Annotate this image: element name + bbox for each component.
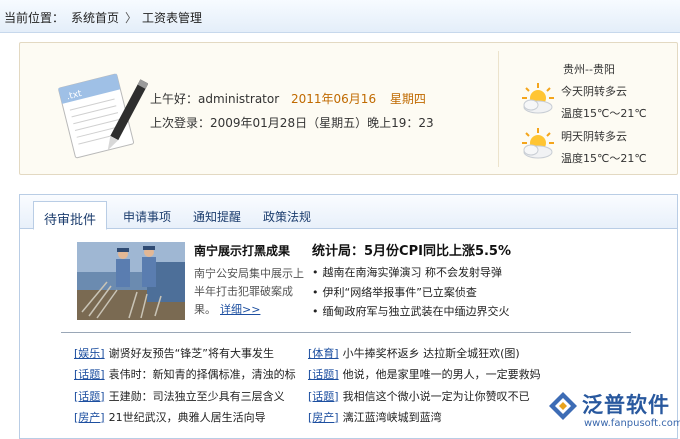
headline-title[interactable]: 统计局：5月份CPI同比上涨5.5% [312,240,511,259]
news-link[interactable]: 小牛捧奖杯返乡 达拉斯全城狂欢(图) [343,347,520,360]
news-category-link[interactable]: [话题] [74,390,105,403]
news-link[interactable]: 21世纪武汉，典雅人居生活向导 [109,411,266,424]
welcome-panel: .txt 上午好：administrator 2011年06月16 星期四 上次… [19,42,678,175]
featured-more-link[interactable]: 详细>> [220,303,260,316]
list-item: [房产] 21世纪武汉，典雅人居生活向导 [74,409,296,430]
tomorrow-temperature: 温度15℃～21℃ [561,152,647,165]
breadcrumb-current: 工资表管理 [142,11,203,25]
current-date: 2011年06月16 [291,92,377,106]
headline-item[interactable]: 伊利“网络举报事件”已立案侦查 [312,284,510,304]
news-link[interactable]: 漓江蓝湾峡城到蓝湾 [343,411,442,424]
tab-notifications[interactable]: 通知提醒 [193,208,241,225]
notepad-icon: .txt [58,73,148,159]
list-item: [房产] 漓江蓝湾峡城到蓝湾 [308,409,541,430]
headline-item[interactable]: 缅甸政府军与独立武装在中缅边界交火 [312,303,510,323]
weather-city: 贵州--贵阳 [563,63,615,76]
featured-title[interactable]: 南宁展示打黑成果 [194,242,290,259]
list-item: [话题] 我相信这个微小说一定为让你赞叹不已 [308,388,541,409]
today-weather: 今天阴转多云 [561,85,627,98]
news-category-link[interactable]: [房产] [308,411,339,424]
greeting-text: 上午好：administrator [150,92,280,106]
news-list-right: [体育] 小牛捧奖杯返乡 达拉斯全城狂欢(图) [话题] 他说，他是家里唯一的男人，… [308,345,541,430]
today-temperature: 温度15℃～21℃ [561,107,647,120]
list-item: [话题] 他说，他是家里唯一的男人，一定要救妈 [308,366,541,387]
news-category-link[interactable]: [体育] [308,347,339,360]
news-link[interactable]: 他说，他是家里唯一的男人，一定要救妈 [343,368,541,381]
last-login: 上次登录：2009年01月28日（星期五）晚上19：23 [150,116,434,130]
breadcrumb-separator: 〉 [125,11,138,25]
brand-logo-icon [549,392,577,420]
list-item: [体育] 小牛捧奖杯返乡 达拉斯全城狂欢(图) [308,345,541,366]
tab-pending-approval[interactable]: 待审批件 [33,201,108,230]
sun-cloud-icon [522,128,554,159]
headline-list: 越南在南海实弹演习 称不会发射导弹 伊利“网络举报事件”已立案侦查 缅甸政府军与… [312,264,510,323]
news-category-link[interactable]: [娱乐] [74,347,105,360]
current-weekday: 星期四 [389,92,426,106]
breadcrumb-label: 当前位置： [4,11,65,25]
list-item: [娱乐] 谢贤好友预告“锋芝”将有大事发生 [74,345,296,366]
tab-bar: 待审批件 申请事项 通知提醒 政策法规 [20,195,677,230]
tab-policies[interactable]: 政策法规 [263,208,311,225]
sun-cloud-icon [522,83,554,114]
news-category-link[interactable]: [房产] [74,411,105,424]
news-list-left: [娱乐] 谢贤好友预告“锋芝”将有大事发生 [话题] 袁伟时：新知青的择偶标准，清浊… [74,345,296,430]
news-category-link[interactable]: [话题] [308,368,339,381]
news-link[interactable]: 王建勋：司法独立至少具有三层含义 [109,390,285,403]
news-link[interactable]: 我相信这个微小说一定为让你赞叹不已 [343,390,530,403]
headline-item[interactable]: 越南在南海实弹演习 称不会发射导弹 [312,264,510,284]
news-category-link[interactable]: [话题] [308,390,339,403]
news-category-link[interactable]: [话题] [74,368,105,381]
tomorrow-weather: 明天阴转多云 [561,130,627,143]
featured-description: 南宁公安局集中展示上半年打击犯罪破案成果。 详细>> [194,265,306,319]
greeting-line: 上午好：administrator 2011年06月16 星期四 [150,90,426,107]
weather-divider [498,51,499,167]
brand-logo: 泛普软件 www.fanpusoft.com [548,389,680,435]
news-link[interactable]: 谢贤好友预告“锋芝”将有大事发生 [109,347,274,360]
list-item: [话题] 袁伟时：新知青的择偶标准，清浊的标 [74,366,296,387]
breadcrumb-bar: 当前位置： 系统首页 〉 工资表管理 [0,0,680,33]
breadcrumb-home-link[interactable]: 系统首页 [71,9,119,26]
news-photo[interactable] [77,242,185,320]
brand-url: www.fanpusoft.com [584,418,680,429]
list-item: [话题] 王建勋：司法独立至少具有三层含义 [74,388,296,409]
divider [61,332,631,333]
tab-applications[interactable]: 申请事项 [123,208,171,225]
brand-name: 泛普软件 [582,393,670,417]
news-link[interactable]: 袁伟时：新知青的择偶标准，清浊的标 [109,368,296,381]
